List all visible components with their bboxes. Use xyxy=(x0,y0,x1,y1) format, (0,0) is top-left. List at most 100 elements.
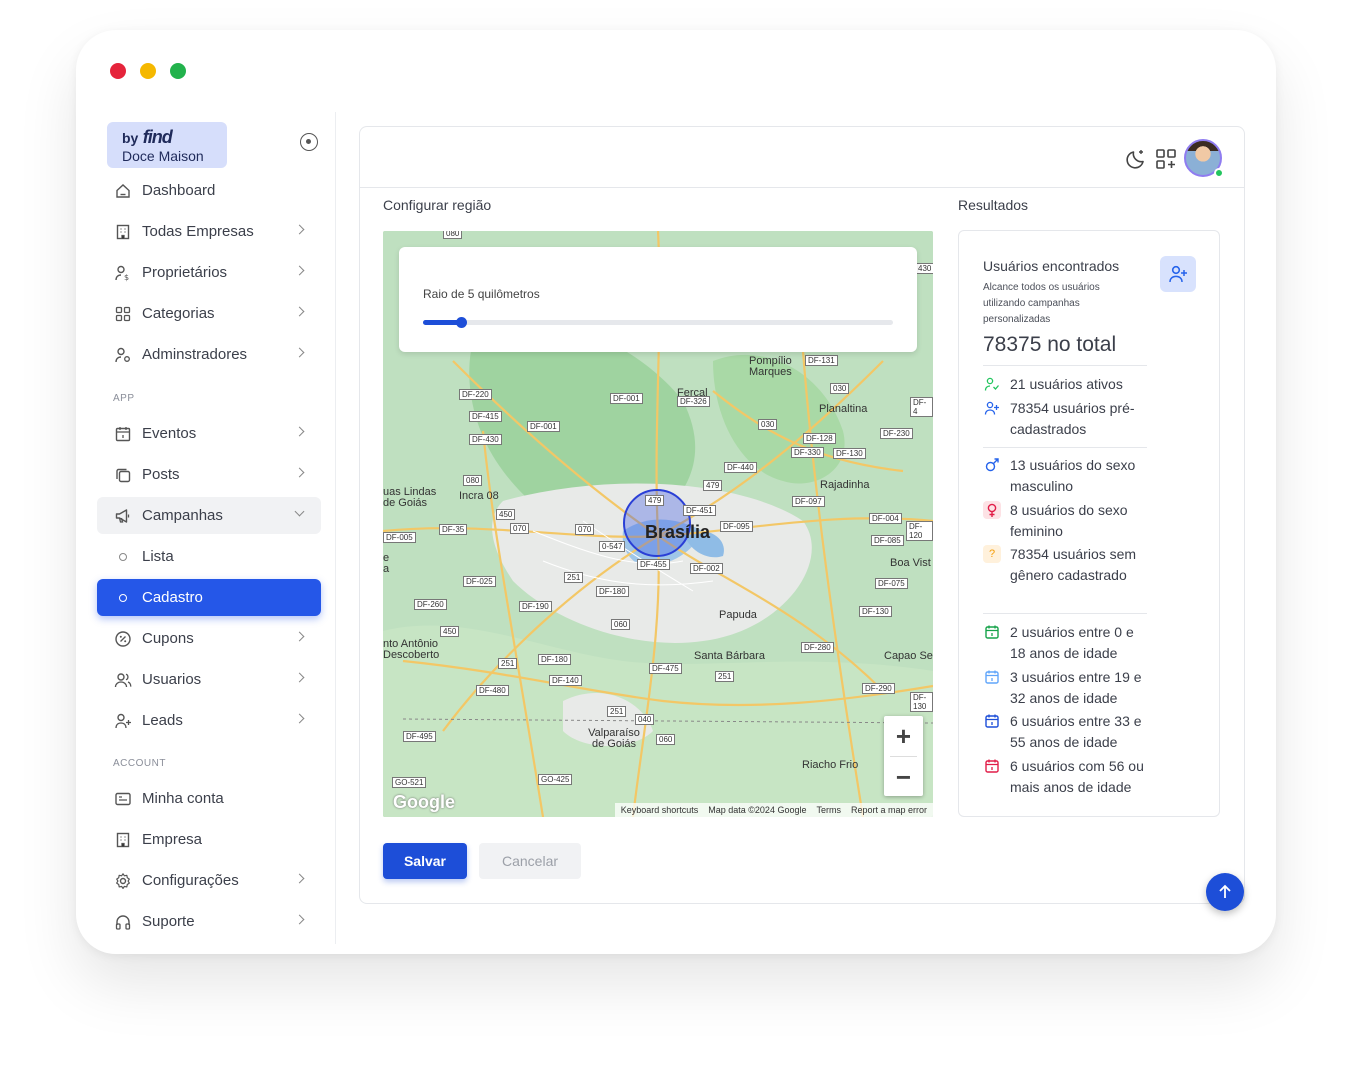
user-check-icon xyxy=(983,375,1001,393)
sidebar-item-label: Suporte xyxy=(142,913,195,930)
sidebar-item-dashboard[interactable]: Dashboard xyxy=(97,172,321,209)
window-controls xyxy=(110,63,186,79)
sidebar-item-minha-conta[interactable]: Minha conta xyxy=(97,780,321,817)
road-badge: DF-131 xyxy=(805,355,838,366)
user-plus-icon xyxy=(114,712,132,730)
sidebar-item-cadastro[interactable]: Cadastro xyxy=(97,579,321,616)
road-badge: DF-180 xyxy=(596,586,629,597)
map-place-label: Riacho Frio xyxy=(802,759,859,771)
apps-grid-icon[interactable] xyxy=(1154,147,1178,171)
terms-link[interactable]: Terms xyxy=(816,805,841,815)
road-badge: DF-495 xyxy=(403,731,436,742)
sidebar-item-cupons[interactable]: Cupons xyxy=(97,620,321,657)
minimize-dot[interactable] xyxy=(140,63,156,79)
chevron-right-icon xyxy=(294,347,305,358)
calendar-icon xyxy=(983,623,1001,641)
percent-icon xyxy=(114,630,132,648)
collapse-sidebar-icon[interactable] xyxy=(300,133,318,151)
sidebar-item-configuracoes[interactable]: Configurações xyxy=(97,862,321,899)
result-text: 21 usuários ativos xyxy=(1010,376,1123,392)
sidebar-item-label: Lista xyxy=(142,548,174,565)
brand-by: by xyxy=(122,130,139,146)
radius-slider-card: Raio de 5 quilômetros xyxy=(399,247,917,352)
chevron-right-icon xyxy=(294,306,305,317)
result-text: 78354 usuários sem gênero cadastrado xyxy=(1010,546,1137,583)
sidebar-item-eventos[interactable]: Eventos xyxy=(97,415,321,452)
grid-icon xyxy=(114,305,132,323)
map-place-label: Planaltina xyxy=(819,403,868,415)
sidebar-item-empresa[interactable]: Empresa xyxy=(97,821,321,858)
close-dot[interactable] xyxy=(110,63,126,79)
add-user-icon[interactable] xyxy=(1160,256,1196,292)
road-badge: 030 xyxy=(758,419,778,430)
zoom-in-button[interactable]: + xyxy=(884,716,923,756)
chevron-down-icon xyxy=(294,506,305,517)
road-badge: 0-547 xyxy=(599,541,626,552)
map-place-label: e a xyxy=(383,552,390,575)
sidebar-item-categorias[interactable]: Categorias xyxy=(97,295,321,332)
map-place-label: Valparaíso de Goiás xyxy=(588,727,640,750)
road-badge: DF-260 xyxy=(414,599,447,610)
female-icon xyxy=(983,501,1001,519)
sidebar-item-leads[interactable]: Leads xyxy=(97,702,321,739)
sidebar-item-adminstradores[interactable]: Adminstradores xyxy=(97,336,321,373)
map[interactable]: Pompílio Marques Fercal Planaltina Rajad… xyxy=(383,231,933,817)
road-badge: DF-128 xyxy=(803,433,836,444)
headphones-icon xyxy=(114,913,132,931)
copy-icon xyxy=(114,466,132,484)
sidebar-item-todas-empresas[interactable]: Todas Empresas xyxy=(97,213,321,250)
results-divider xyxy=(983,365,1147,366)
radius-slider-fill xyxy=(423,320,461,325)
sidebar-item-proprietarios[interactable]: $ Proprietários xyxy=(97,254,321,291)
zoom-out-button[interactable]: − xyxy=(884,757,923,797)
bullet-icon xyxy=(119,552,127,561)
result-row-age-0-18: 2 usuários entre 0 e 18 anos de idade xyxy=(983,622,1153,664)
road-badge: 060 xyxy=(656,734,676,745)
road-badge: DF-190 xyxy=(519,601,552,612)
road-badge: DF-4 xyxy=(910,397,933,417)
result-row-female: 8 usuários do sexo feminino xyxy=(983,500,1153,542)
section-label-app: APP xyxy=(113,393,135,404)
road-badge: DF-002 xyxy=(690,563,723,574)
road-badge: DF-440 xyxy=(724,462,757,473)
sidebar-item-usuarios[interactable]: Usuarios xyxy=(97,661,321,698)
save-button[interactable]: Salvar xyxy=(383,843,467,879)
chevron-right-icon xyxy=(294,713,305,724)
road-badge: DF-130 xyxy=(833,448,866,459)
map-place-label: uas Lindas de Goiás xyxy=(383,486,437,509)
dark-mode-icon[interactable] xyxy=(1124,147,1148,171)
radius-slider-track[interactable] xyxy=(423,317,893,328)
sidebar-item-lista[interactable]: Lista xyxy=(97,538,321,575)
sidebar-item-campanhas[interactable]: Campanhas xyxy=(97,497,321,534)
sidebar-item-posts[interactable]: Posts xyxy=(97,456,321,493)
keyboard-shortcuts-link[interactable]: Keyboard shortcuts xyxy=(621,805,699,815)
calendar-icon xyxy=(114,425,132,443)
cancel-button[interactable]: Cancelar xyxy=(479,843,581,879)
id-card-icon xyxy=(114,790,132,808)
sidebar-item-label: Empresa xyxy=(142,831,203,848)
road-badge: DF-001 xyxy=(527,421,560,432)
sidebar-item-suporte[interactable]: Suporte xyxy=(97,903,321,940)
road-badge: DF-326 xyxy=(677,396,710,407)
road-badge: DF-451 xyxy=(683,505,716,516)
map-place-label: Capao Se xyxy=(884,650,933,662)
sidebar-item-label: Categorias xyxy=(142,305,215,322)
road-badge: 479 xyxy=(645,495,665,506)
road-badge: DF-095 xyxy=(720,521,753,532)
road-badge: 430 xyxy=(915,263,933,274)
brand-logo[interactable]: by find Doce Maison xyxy=(107,122,227,168)
result-text: 3 usuários entre 19 e 32 anos de idade xyxy=(1010,669,1142,706)
maximize-dot[interactable] xyxy=(170,63,186,79)
scroll-to-top-button[interactable] xyxy=(1206,873,1244,911)
road-badge: DF-220 xyxy=(459,389,492,400)
map-place-label: Papuda xyxy=(719,609,757,621)
radius-label: Raio de 5 quilômetros xyxy=(423,287,540,301)
road-badge: 479 xyxy=(703,480,723,491)
sidebar-item-label: Minha conta xyxy=(142,790,224,807)
chevron-right-icon xyxy=(294,873,305,884)
sidebar-item-label: Adminstradores xyxy=(142,346,248,363)
radius-slider-handle[interactable] xyxy=(455,317,467,328)
report-error-link[interactable]: Report a map error xyxy=(851,805,927,815)
result-text: 8 usuários do sexo feminino xyxy=(1010,502,1128,539)
result-row-age-19-32: 3 usuários entre 19 e 32 anos de idade xyxy=(983,667,1153,709)
